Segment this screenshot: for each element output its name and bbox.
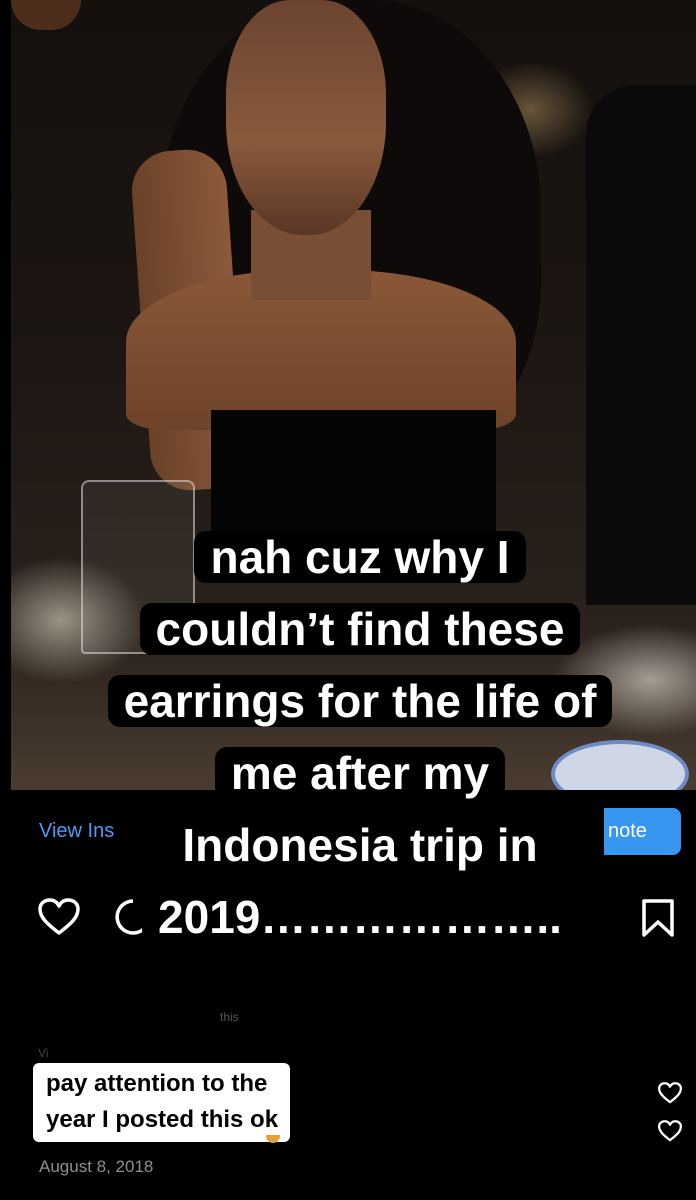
face-shape [226,0,386,235]
caption-line: 2019……………….. [142,891,578,943]
comment-like-icon[interactable] [658,1120,682,1147]
caption-line: couldn’t find these [139,603,581,655]
story-caption: nah cuz why I couldn’t find these earrin… [60,521,660,953]
faint-text: Vi [38,1046,49,1060]
caption-line: earrings for the life of [107,675,613,727]
caption-line: nah cuz why I [194,531,526,583]
text-sticker: pay attention to the year I posted this … [33,1063,291,1142]
post-date: August 8, 2018 [39,1157,154,1176]
lamp-shape [11,0,81,30]
sticker-line: year I posted this ok [46,1106,279,1133]
caption-line: me after my [214,747,506,799]
caption-line: Indonesia trip in [166,819,554,871]
comment-like-icon[interactable] [658,1082,682,1109]
sticker-line: pay attention to the [46,1070,268,1097]
faint-text: this [220,1010,239,1024]
